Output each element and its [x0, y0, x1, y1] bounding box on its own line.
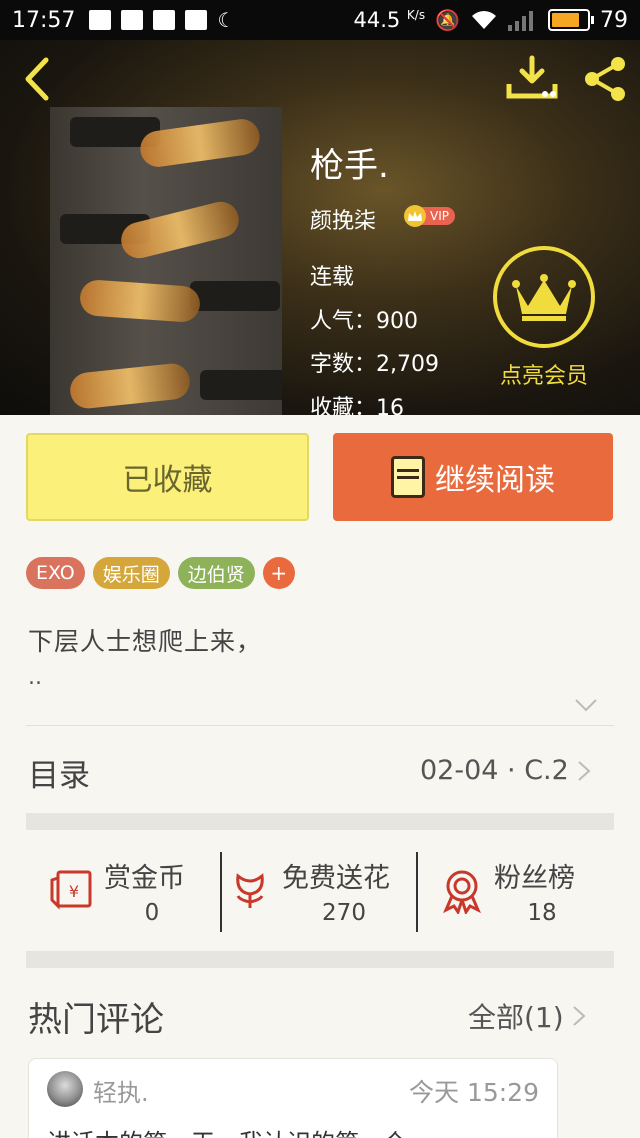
fans-ranking[interactable]: 粉丝榜 18 — [418, 840, 614, 940]
tag-baekhyun[interactable]: 边伯贤 — [177, 557, 255, 589]
reward-value: 0 — [144, 900, 160, 926]
video-icon — [89, 10, 112, 30]
divider — [26, 725, 614, 726]
medal-icon — [443, 870, 481, 914]
book-title: 枪手. — [310, 146, 389, 186]
download-icon[interactable] — [505, 54, 559, 102]
catalog-latest-chapter[interactable]: 02-04 · C.2 — [420, 755, 591, 786]
signal-icon — [508, 11, 533, 31]
continue-reading-button[interactable]: 继续阅读 — [333, 433, 613, 521]
comment-text: 讲话本的第一天，我认识的第一个 — [47, 1123, 407, 1138]
comment-user[interactable]: 轻执. — [93, 1073, 149, 1108]
share-icon[interactable] — [580, 54, 630, 104]
book-description: 下层人士想爬上来， — [28, 627, 263, 656]
member-crown-button[interactable] — [493, 246, 595, 348]
status-bar: 17:57 ☾ 44.5 K/s 🔕 79 — [0, 0, 640, 40]
free-flowers[interactable]: 免费送花 270 — [222, 840, 414, 940]
svg-text:¥: ¥ — [69, 882, 79, 901]
book-notification-icon — [153, 10, 176, 30]
all-comments-label: 全部(1) — [468, 1001, 564, 1034]
comment-card[interactable]: 轻执. 今天 15:29 讲话本的第一天，我认识的第一个 — [28, 1058, 558, 1138]
comment-time: 今天 15:29 — [409, 1078, 539, 1107]
tag-exo[interactable]: EXO — [26, 557, 85, 589]
battery-icon — [548, 9, 594, 31]
continue-reading-label: 继续阅读 — [435, 463, 555, 498]
latest-chapter-label: 02-04 · C.2 — [420, 755, 569, 786]
collected-button-label: 已收藏 — [122, 463, 213, 498]
expand-chevron-icon[interactable] — [574, 698, 598, 712]
book-favorites: 收藏：16 — [310, 396, 404, 415]
hot-comments-title: 热门评论 — [28, 1000, 164, 1040]
fans-value: 18 — [527, 900, 557, 926]
battery-level: 79 — [600, 7, 628, 33]
add-tag-button[interactable]: + — [262, 557, 295, 589]
book-cover[interactable] — [50, 107, 282, 415]
wifi-icon — [472, 11, 496, 29]
avatar[interactable] — [47, 1071, 83, 1107]
chevron-right-icon — [578, 760, 591, 781]
book-author[interactable]: 颜挽柒 — [310, 203, 376, 235]
chevron-right-icon — [573, 1006, 586, 1026]
stats-bar: ¥ 赏金币 0 免费送花 270 粉丝榜 18 — [26, 840, 614, 940]
flowers-value: 270 — [322, 900, 366, 926]
catalog-title[interactable]: 目录 — [28, 750, 90, 795]
reward-envelope-icon: ¥ — [50, 870, 92, 910]
status-time: 17:57 — [12, 7, 76, 33]
book-header: 枪手. 颜挽柒 VIP 连载 人气：900 字数：2,709 收藏：16 点亮会… — [0, 40, 640, 415]
flag-icon — [121, 10, 144, 30]
moon-icon: ☾ — [217, 8, 236, 32]
book-description-more: .. — [28, 665, 42, 690]
flower-icon — [236, 873, 264, 908]
book-word-count: 字数：2,709 — [310, 352, 439, 377]
net-speed-value: 44.5 — [353, 8, 401, 32]
reward-coins[interactable]: ¥ 赏金币 0 — [26, 840, 220, 940]
section-separator — [26, 813, 614, 830]
book-status: 连载 — [310, 265, 355, 290]
crown-icon — [512, 274, 576, 321]
tag-entertainment[interactable]: 娱乐圈 — [92, 557, 170, 589]
section-separator — [26, 951, 614, 968]
member-label[interactable]: 点亮会员 — [493, 358, 595, 390]
net-speed-unit: K/s — [406, 8, 426, 22]
tag-list: EXO 娱乐圈 边伯贤 + — [26, 557, 295, 589]
image-icon — [185, 10, 208, 30]
book-icon — [391, 456, 425, 498]
book-popularity: 人气：900 — [310, 309, 418, 334]
reward-label: 赏金币 — [104, 863, 185, 894]
all-comments-link[interactable]: 全部(1) — [468, 996, 586, 1036]
crown-icon — [404, 205, 426, 227]
flowers-label: 免费送花 — [282, 863, 390, 894]
collected-button[interactable]: 已收藏 — [26, 433, 309, 521]
mute-icon: 🔕 — [435, 8, 460, 32]
net-speed: 44.5 K/s — [353, 8, 425, 32]
vip-badge: VIP — [404, 205, 455, 227]
back-icon[interactable] — [18, 54, 58, 104]
fans-label: 粉丝榜 — [494, 863, 575, 894]
